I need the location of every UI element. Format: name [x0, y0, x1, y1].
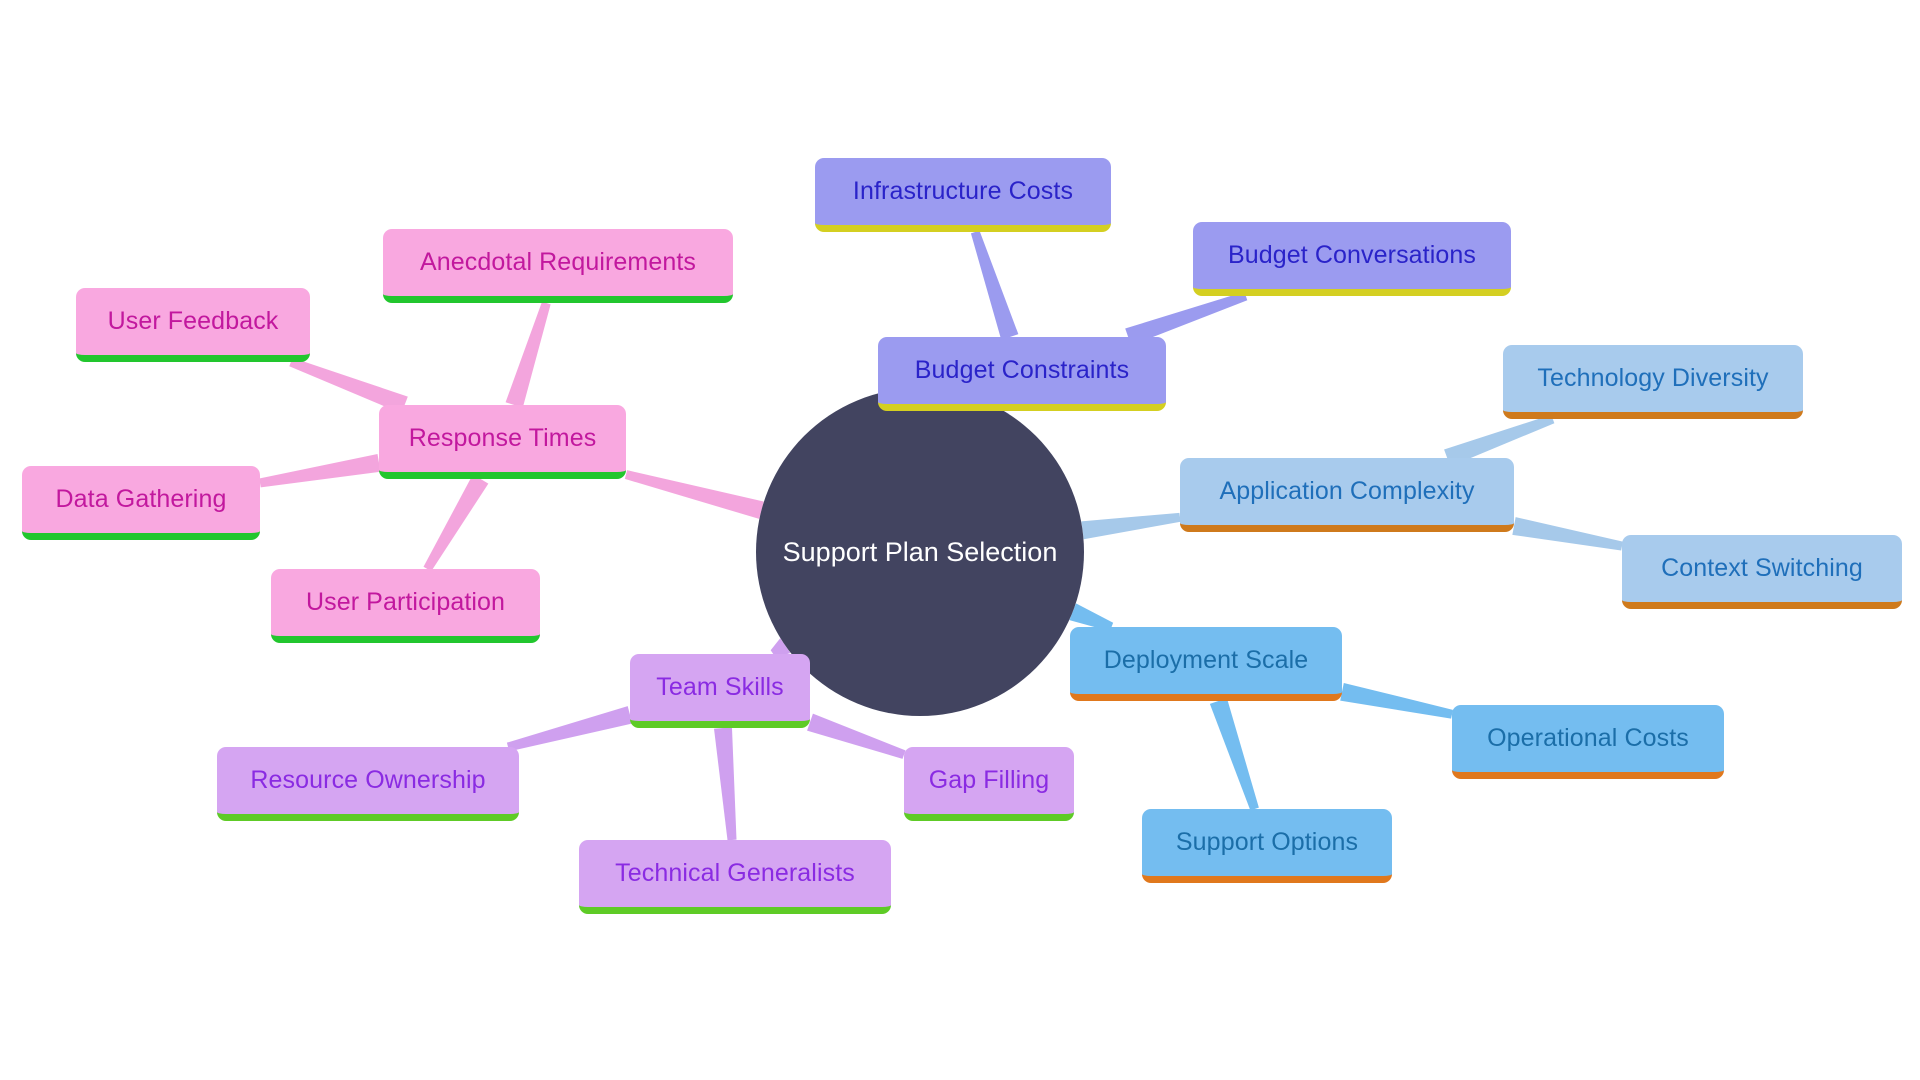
- node-label-user-feedback: User Feedback: [107, 307, 279, 335]
- node-label-technology-diversity: Technology Diversity: [1537, 364, 1769, 392]
- edge-deployment-scale-to-operational-costs: [1340, 682, 1453, 719]
- node-label-technical-generalists: Technical Generalists: [615, 859, 855, 887]
- edge-response-times-to-data-gathering: [259, 453, 381, 488]
- edge-application-complexity-to-context-switching: [1512, 517, 1623, 551]
- node-response-times[interactable]: Response Times: [379, 405, 626, 479]
- node-label-support-options: Support Options: [1175, 828, 1359, 856]
- edge-team-skills-to-gap-filling: [807, 713, 906, 759]
- edge-deployment-scale-to-support-options: [1209, 698, 1259, 811]
- node-user-participation[interactable]: User Participation: [271, 569, 540, 643]
- edge-team-skills-to-technical-generalists: [714, 727, 737, 841]
- node-label-gap-filling: Gap Filling: [928, 766, 1050, 794]
- edge-response-times-to-anecdotal-requirements: [505, 301, 551, 408]
- node-context-switching[interactable]: Context Switching: [1622, 535, 1902, 609]
- node-team-skills[interactable]: Team Skills: [630, 654, 810, 728]
- node-label-resource-ownership: Resource Ownership: [250, 766, 486, 794]
- node-label-team-skills: Team Skills: [656, 673, 784, 701]
- node-budget-constraints[interactable]: Budget Constraints: [878, 337, 1166, 411]
- edge-root-to-application-complexity: [1081, 512, 1181, 540]
- node-anecdotal-requirements[interactable]: Anecdotal Requirements: [383, 229, 733, 303]
- node-label-response-times: Response Times: [408, 424, 597, 452]
- node-label-anecdotal-requirements: Anecdotal Requirements: [420, 248, 696, 276]
- node-label-application-complexity: Application Complexity: [1219, 477, 1475, 505]
- node-support-options[interactable]: Support Options: [1142, 809, 1392, 883]
- node-label-budget-conversations: Budget Conversations: [1228, 241, 1476, 269]
- node-label-operational-costs: Operational Costs: [1487, 724, 1689, 752]
- node-user-feedback[interactable]: User Feedback: [76, 288, 310, 362]
- node-budget-conversations[interactable]: Budget Conversations: [1193, 222, 1511, 296]
- edge-budget-constraints-to-infrastructure-costs: [970, 230, 1019, 340]
- node-data-gathering[interactable]: Data Gathering: [22, 466, 260, 540]
- node-gap-filling[interactable]: Gap Filling: [904, 747, 1074, 821]
- node-label-data-gathering: Data Gathering: [55, 485, 227, 513]
- node-operational-costs[interactable]: Operational Costs: [1452, 705, 1724, 779]
- node-infrastructure-costs[interactable]: Infrastructure Costs: [815, 158, 1111, 232]
- node-label-deployment-scale: Deployment Scale: [1103, 646, 1309, 674]
- mindmap-canvas: Support Plan Selection Infrastructure Cos…: [0, 0, 1920, 1080]
- edge-response-times-to-user-participation: [423, 474, 489, 572]
- node-deployment-scale[interactable]: Deployment Scale: [1070, 627, 1342, 701]
- node-technology-diversity[interactable]: Technology Diversity: [1503, 345, 1803, 419]
- node-technical-generalists[interactable]: Technical Generalists: [579, 840, 891, 914]
- node-application-complexity[interactable]: Application Complexity: [1180, 458, 1514, 532]
- node-label-context-switching: Context Switching: [1661, 554, 1863, 582]
- root-node-label: Support Plan Selection: [782, 536, 1058, 567]
- node-label-infrastructure-costs: Infrastructure Costs: [852, 177, 1074, 205]
- node-resource-ownership[interactable]: Resource Ownership: [217, 747, 519, 821]
- node-label-user-participation: User Participation: [305, 588, 506, 616]
- node-label-budget-constraints: Budget Constraints: [914, 356, 1130, 384]
- edge-root-to-response-times: [624, 470, 764, 519]
- edge-team-skills-to-resource-ownership: [506, 706, 633, 752]
